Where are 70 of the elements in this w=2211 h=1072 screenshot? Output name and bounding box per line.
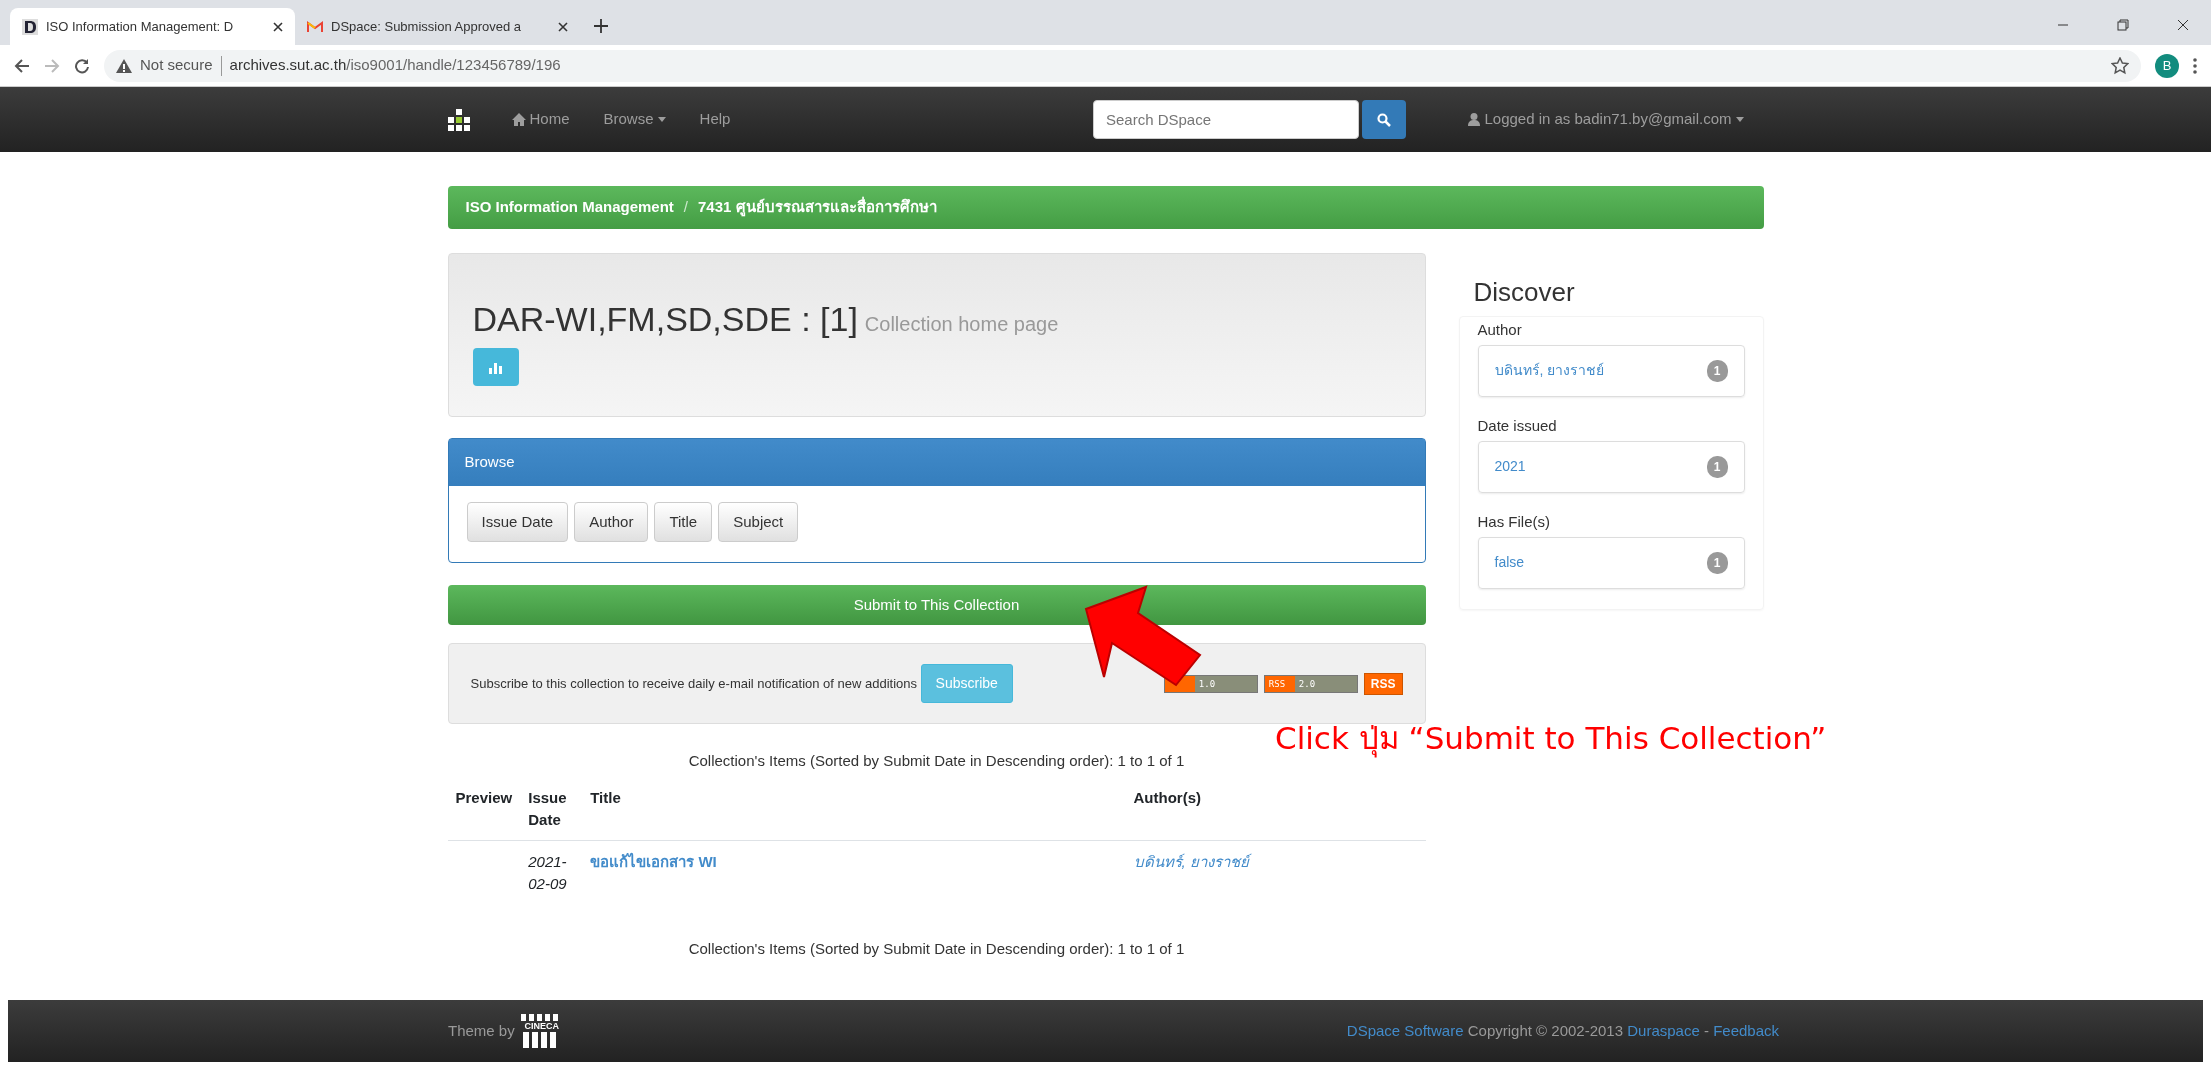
new-tab-icon[interactable] (594, 19, 608, 33)
caret-icon (1735, 117, 1744, 122)
collection-title: DAR-WI,FM,SD,SDE : [1] (472, 299, 858, 338)
browser-tab[interactable]: ISO Information Management: D (10, 8, 295, 45)
home-icon (511, 113, 526, 126)
dspace-favicon-icon (22, 18, 38, 35)
breadcrumb-link[interactable]: ISO Information Management (465, 196, 674, 219)
avatar[interactable]: B (2155, 53, 2179, 78)
user-menu[interactable]: Logged in as badin71.by@gmail.com (1468, 108, 1744, 131)
footer-link[interactable]: DSpace Software (1346, 1021, 1464, 1039)
facet-label: Date issued (1477, 415, 1558, 436)
column-header: Issue Date (520, 778, 583, 840)
search-field[interactable]: Search DSpace (1092, 100, 1359, 139)
submit-button[interactable]: Submit to This Collection (447, 585, 1426, 625)
browse-button[interactable]: Issue Date (466, 501, 569, 542)
back-icon[interactable] (14, 57, 30, 74)
security-label[interactable]: Not secure (140, 54, 213, 77)
rss-feed-badge[interactable]: RSS (1363, 672, 1403, 695)
close-icon[interactable] (558, 21, 568, 32)
facet-label: Has File(s) (1477, 511, 1551, 532)
user-icon (1468, 113, 1481, 126)
close-icon[interactable] (273, 21, 283, 32)
star-icon[interactable] (2111, 56, 2129, 75)
url-text[interactable]: archives.sut.ac.th/iso9001/handle/123456789/196 (229, 54, 561, 77)
annotation-text: Click ปุ่ม “Submit to This Collection” (1275, 719, 1827, 760)
facet-item[interactable]: false 1 (1477, 536, 1745, 589)
dspace-logo-icon[interactable] (447, 108, 470, 131)
browse-button[interactable]: Title (654, 501, 713, 542)
breadcrumb-separator: / (683, 197, 689, 217)
count-badge: 1 (1706, 551, 1728, 574)
breadcrumb-link[interactable]: 7431 ศูนย์บรรณสารและสื่อการศึกษา (698, 196, 937, 219)
column-header: Title (582, 778, 1126, 840)
count-badge: 1 (1706, 359, 1728, 382)
theme-by-text: Theme by (448, 1020, 515, 1041)
footer-link[interactable]: Feedback (1713, 1021, 1779, 1039)
more-menu-icon[interactable] (2193, 57, 2197, 74)
cineca-logo[interactable]: CINECA (518, 1013, 565, 1049)
items-caption: Collection's Items (Sorted by Submit Date in Descending order): 1 to 1 of 1 (687, 751, 1186, 771)
item-title-link[interactable]: ขอแก้ไขเอกสาร WI (590, 852, 717, 870)
search-icon (1377, 113, 1392, 128)
facet-item[interactable]: บดินทร์, ยางราชย์ 1 (1477, 344, 1745, 397)
collection-subtitle: Collection home page (864, 312, 1059, 335)
count-badge: 1 (1706, 455, 1728, 478)
bar-chart-icon (488, 361, 503, 374)
subscribe-text: Subscribe to this collection to receive daily e-mail notification of new additions (470, 674, 918, 693)
restore-icon[interactable] (2117, 19, 2129, 31)
copyright-text: DSpace Software Copyright © 2002-2013 Duraspace - Feedback (1346, 1020, 1779, 1041)
facet-item[interactable]: 2021 1 (1477, 440, 1745, 493)
nav-link[interactable]: Browse (603, 108, 666, 131)
browse-button[interactable]: Subject (718, 501, 799, 542)
footer-link[interactable]: Duraspace (1627, 1021, 1700, 1039)
date-cell-text: 2021-02-09 (528, 851, 568, 894)
close-icon[interactable] (2177, 19, 2189, 31)
items-caption: Collection's Items (Sorted by Submit Date in Descending order): 1 to 1 of 1 (687, 938, 1186, 959)
mail-icon (307, 20, 323, 33)
caret-icon (657, 117, 666, 122)
nav-link[interactable]: Home (511, 108, 570, 131)
browser-tab[interactable]: DSpace: Submission Approved a (295, 8, 580, 45)
rss-feed-badge[interactable]: RSS 2.0 (1263, 674, 1358, 693)
subscribe-button[interactable]: Subscribe (920, 664, 1013, 703)
column-header: Author(s) (1125, 778, 1426, 840)
panel-title: Browse (448, 439, 1425, 486)
browse-button[interactable]: Author (574, 501, 649, 542)
sidebar-heading: Discover (1472, 275, 1576, 309)
facet-label: Author (1477, 319, 1523, 340)
column-header: Preview (447, 778, 521, 840)
nav-link[interactable]: Help (699, 108, 731, 131)
warning-icon (116, 58, 132, 73)
search-button[interactable] (1362, 100, 1407, 139)
reload-icon[interactable] (74, 57, 90, 74)
